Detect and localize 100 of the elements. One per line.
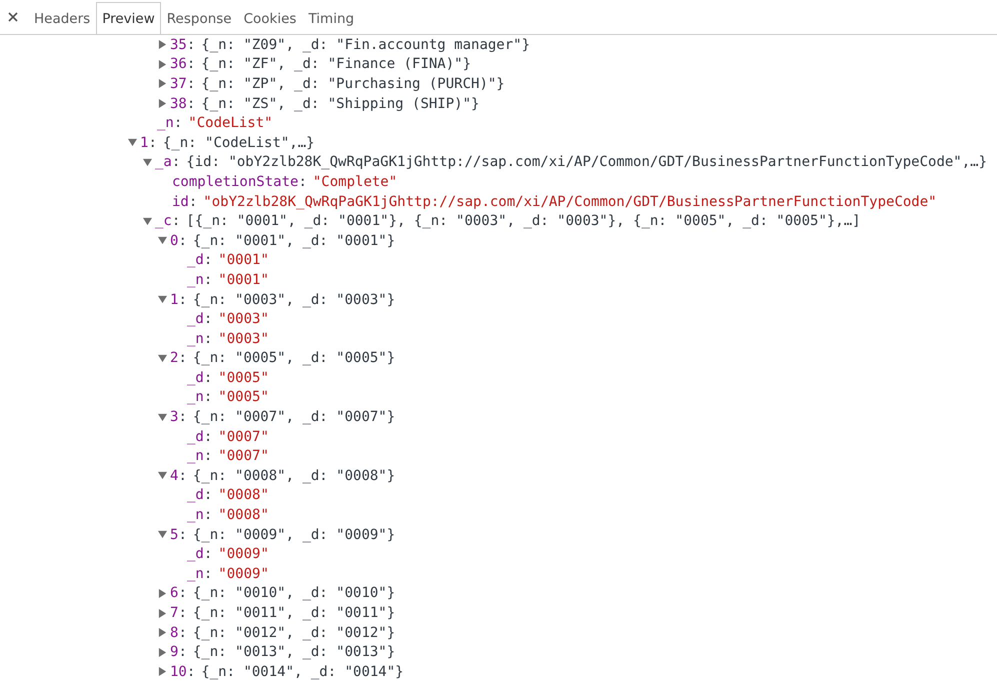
object-summary: {_n: "0009", _d: "0009"} <box>192 526 396 543</box>
object-summary: {_n: "0013", _d: "0013"} <box>192 644 396 660</box>
object-summary: {_n: "0014", _d: "0014"} <box>201 664 404 680</box>
colon: : <box>178 605 187 622</box>
colon: : <box>204 428 212 445</box>
colon: : <box>204 507 212 524</box>
colon: : <box>204 448 212 464</box>
collapse-triangle-icon[interactable] <box>158 295 167 304</box>
string-value: "Complete" <box>312 174 398 190</box>
colon: : <box>204 272 212 288</box>
string-value: "0005" <box>218 370 269 386</box>
expand-triangle-icon[interactable] <box>158 588 167 598</box>
property-key: _c <box>155 213 172 230</box>
collapse-triangle-icon[interactable] <box>158 236 167 246</box>
colon: : <box>178 409 187 426</box>
property-key: 7 <box>170 605 178 622</box>
tab[interactable]: Cookies <box>238 2 302 34</box>
string-value: "0003" <box>218 330 269 347</box>
property-key: id <box>172 194 189 210</box>
colon: : <box>204 566 212 582</box>
tab[interactable]: Response <box>160 2 238 34</box>
property-key: 3 <box>170 409 178 426</box>
object-summary: {_n: "0001", _d: "0001"} <box>192 232 396 249</box>
string-value: "0008" <box>218 487 269 504</box>
colon: : <box>186 664 196 680</box>
property-key: _n <box>187 272 204 288</box>
object-summary: {_n: "0011", _d: "0011"} <box>192 605 396 622</box>
object-summary: [{_n: "0001", _d: "0001"}, {_n: "0003", _d: "0003"}, {_n: "0005", _d: "0005"},…] <box>186 213 861 230</box>
expand-triangle-icon[interactable] <box>158 648 167 657</box>
collapse-triangle-icon[interactable] <box>143 216 152 226</box>
property-key: _d <box>187 370 204 386</box>
colon: : <box>178 526 187 543</box>
property-key: 4 <box>170 468 178 484</box>
string-value: "0007" <box>218 428 269 445</box>
property-key: _d <box>187 311 204 328</box>
colon: : <box>178 644 187 660</box>
property-key: _n <box>187 330 204 347</box>
string-value: "0007" <box>218 448 269 464</box>
expand-triangle-icon[interactable] <box>158 667 167 676</box>
property-key: completionState <box>172 174 298 190</box>
property-key: 37 <box>170 76 187 92</box>
string-value: "0003" <box>218 311 269 328</box>
tab[interactable]: Timing <box>302 2 360 34</box>
collapse-triangle-icon[interactable] <box>158 354 167 363</box>
colon: : <box>172 154 180 170</box>
property-key: _n <box>187 566 204 582</box>
expand-triangle-icon[interactable] <box>158 628 167 638</box>
colon: : <box>178 350 187 366</box>
property-key: _d <box>187 487 204 504</box>
expand-triangle-icon[interactable] <box>158 60 167 69</box>
property-key: 1 <box>140 134 148 151</box>
close-icon[interactable] <box>8 12 18 22</box>
property-key: _d <box>187 546 204 562</box>
property-key: 10 <box>170 664 187 680</box>
colon: : <box>178 624 187 641</box>
colon: : <box>188 194 198 210</box>
property-key: _n <box>187 448 204 464</box>
property-key: _a <box>155 154 172 170</box>
colon: : <box>204 330 212 347</box>
tab[interactable]: Headers <box>28 2 96 34</box>
string-value: "0001" <box>218 272 269 288</box>
string-value: "CodeList" <box>188 115 273 132</box>
property-key: 6 <box>170 585 178 602</box>
expand-triangle-icon[interactable] <box>158 608 167 618</box>
property-key: _d <box>187 252 204 268</box>
collapse-triangle-icon[interactable] <box>158 530 167 540</box>
object-summary: {id: "obY2zlb28K_QwRqPaGK1jGhttp://sap.com/xi/AP/Common/GDT/BusinessPartnerFunctionTypeCode",…} <box>186 154 988 170</box>
collapse-triangle-icon[interactable] <box>158 412 167 422</box>
object-summary: {_n: "CodeList",…} <box>162 134 315 151</box>
colon: : <box>186 96 196 112</box>
expand-triangle-icon[interactable] <box>158 40 167 50</box>
expand-triangle-icon[interactable] <box>158 79 167 88</box>
colon: : <box>204 370 212 386</box>
colon: : <box>174 115 182 132</box>
property-key: _n <box>187 507 204 524</box>
property-key: 0 <box>170 232 178 249</box>
expand-triangle-icon[interactable] <box>158 99 167 108</box>
colon: : <box>204 546 212 562</box>
property-key: _n <box>187 389 204 406</box>
string-value: "0009" <box>218 546 269 562</box>
string-value: "0009" <box>218 566 269 582</box>
colon: : <box>186 76 196 92</box>
colon: : <box>204 389 212 406</box>
string-value: "0008" <box>218 507 269 524</box>
colon: : <box>186 36 196 53</box>
object-summary: {_n: "0012", _d: "0012"} <box>192 624 396 641</box>
collapse-triangle-icon[interactable] <box>143 158 152 167</box>
property-key: 36 <box>170 56 187 72</box>
tab[interactable]: Preview <box>96 2 161 34</box>
colon: : <box>178 585 187 602</box>
property-key: 5 <box>170 526 178 543</box>
property-key: 8 <box>170 624 178 641</box>
property-key: _n <box>157 115 174 132</box>
collapse-triangle-icon[interactable] <box>128 138 137 148</box>
colon: : <box>204 487 212 504</box>
object-summary: {_n: "ZF", _d: "Finance (FINA)"} <box>201 56 472 72</box>
collapse-triangle-icon[interactable] <box>158 471 167 480</box>
colon: : <box>148 134 157 151</box>
property-key: _d <box>187 428 204 445</box>
property-key: 35 <box>170 36 187 53</box>
